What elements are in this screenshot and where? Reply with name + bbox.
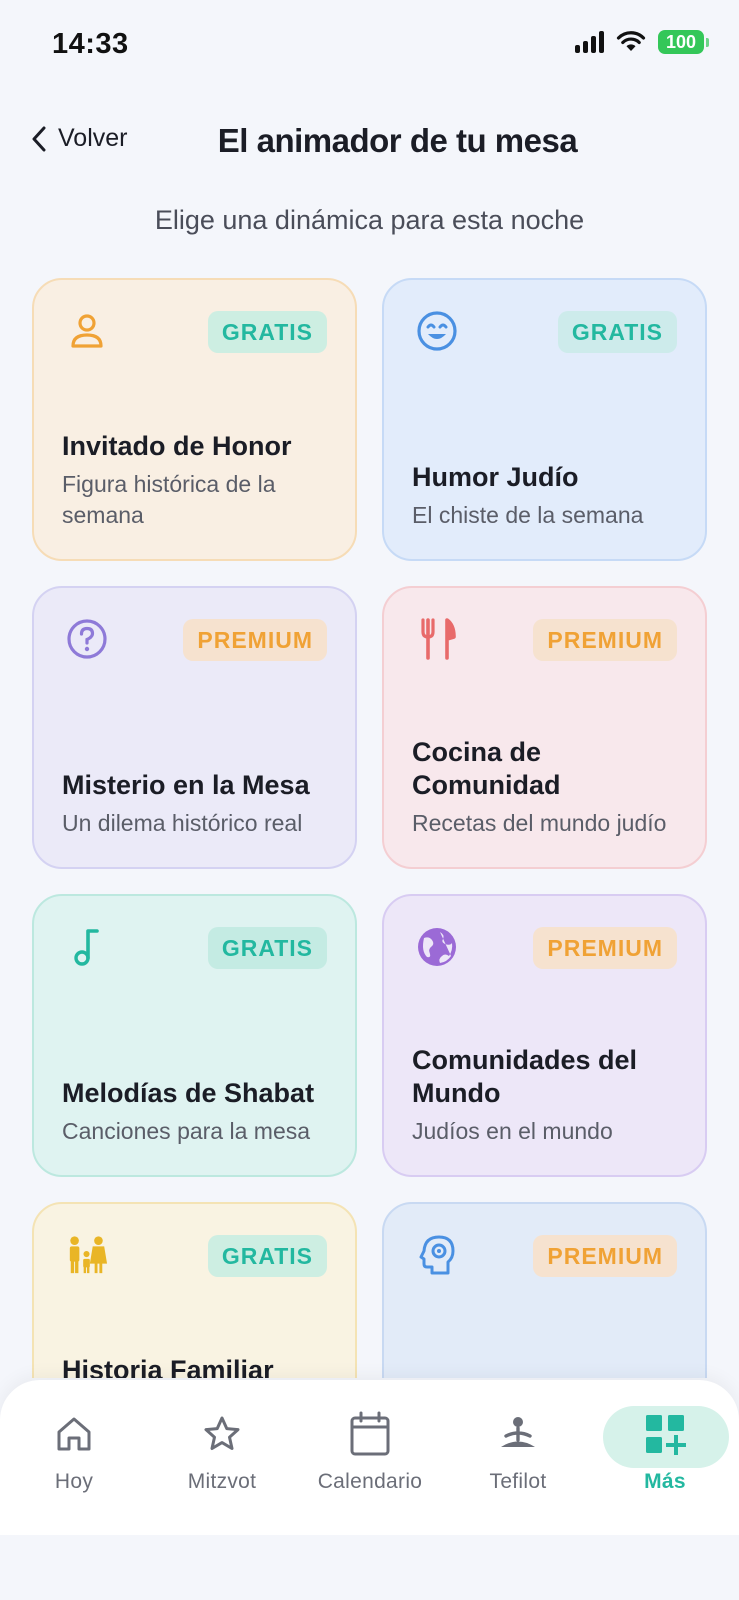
card-description: Recetas del mundo judío [412,810,667,836]
badge-free: GRATIS [207,311,327,353]
bottom-navigation: Hoy Mitzvot Calendario Tefilot Más [0,1380,739,1535]
header: Volver El animador de tu mesa [0,110,739,180]
card-premium-locked[interactable]: PREMIUM [382,1202,707,1378]
status-icons: 100 [575,30,709,54]
card-title: Comunidades del Mundo [412,1045,638,1108]
nav-label: Más [644,1470,686,1493]
question-icon [66,618,108,660]
family-icon [66,1234,108,1276]
badge-free: GRATIS [207,1235,327,1277]
home-icon [50,1410,98,1458]
music-note-icon [66,926,108,968]
screen: 14:33 100 Volver El animador de tu mesa [0,0,739,1600]
nav-item-mitzvot[interactable]: Mitzvot [148,1380,296,1535]
prayer-icon [494,1410,542,1458]
activity-grid: GRATIS Invitado de Honor Figura históric… [32,278,707,1378]
battery-icon: 100 [658,30,709,54]
card-humor-judio[interactable]: GRATIS Humor Judío El chiste de la seman… [382,278,707,561]
nav-item-mas[interactable]: Más [591,1380,739,1535]
globe-icon [416,926,458,968]
card-title: Melodías de Shabat [62,1078,315,1108]
person-icon [66,310,108,352]
card-description: Judíos en el mundo [412,1118,613,1144]
nav-label: Mitzvot [187,1470,257,1493]
badge-premium: PREMIUM [533,927,677,969]
battery-level: 100 [658,30,704,54]
status-bar: 14:33 100 [0,0,739,90]
card-title: Invitado de Honor [62,431,292,461]
nav-label: Tefilot [489,1470,547,1493]
card-description: Figura histórica de la semana [62,471,276,528]
card-cocina-de-comunidad[interactable]: PREMIUM Cocina de Comunidad Recetas del … [382,586,707,869]
home-indicator-area [0,1535,739,1600]
grid-plus-icon [641,1410,689,1458]
badge-premium: PREMIUM [183,619,327,661]
nav-item-calendario[interactable]: Calendario [296,1380,444,1535]
star-icon [198,1410,246,1458]
wifi-icon [616,31,646,51]
badge-free: GRATIS [557,311,677,353]
badge-free: GRATIS [207,927,327,969]
page-subtitle: Elige una dinámica para esta noche [154,205,585,235]
page-title: El animador de tu mesa [217,122,578,159]
card-title: Misterio en la Mesa [62,770,310,800]
smiley-icon [416,310,458,352]
card-title: Humor Judío [412,462,579,492]
card-description: Un dilema histórico real [62,810,303,836]
card-historia-familiar[interactable]: GRATIS Historia Familiar [32,1202,357,1378]
card-melodias-de-shabat[interactable]: GRATIS Melodías de Shabat Canciones para… [32,894,357,1177]
cutlery-icon [416,618,458,660]
card-title: Historia Familiar [62,1355,274,1378]
card-comunidades-del-mundo[interactable]: PREMIUM Comunidades del Mundo Judíos en … [382,894,707,1177]
status-time: 14:33 [52,28,129,60]
card-description: El chiste de la semana [412,502,644,528]
signal-icon [575,31,604,53]
badge-premium: PREMIUM [533,1235,677,1277]
nav-item-tefilot[interactable]: Tefilot [444,1380,592,1535]
nav-item-hoy[interactable]: Hoy [0,1380,148,1535]
card-invitado-de-honor[interactable]: GRATIS Invitado de Honor Figura históric… [32,278,357,561]
nav-label: Calendario [317,1470,423,1493]
card-description: Canciones para la mesa [62,1118,311,1144]
nav-label: Hoy [54,1470,94,1493]
head-gear-icon [416,1234,458,1276]
badge-premium: PREMIUM [533,619,677,661]
card-misterio-en-la-mesa[interactable]: PREMIUM Misterio en la Mesa Un dilema hi… [32,586,357,869]
calendar-icon [346,1410,394,1458]
card-title: Cocina de Comunidad [412,737,561,800]
